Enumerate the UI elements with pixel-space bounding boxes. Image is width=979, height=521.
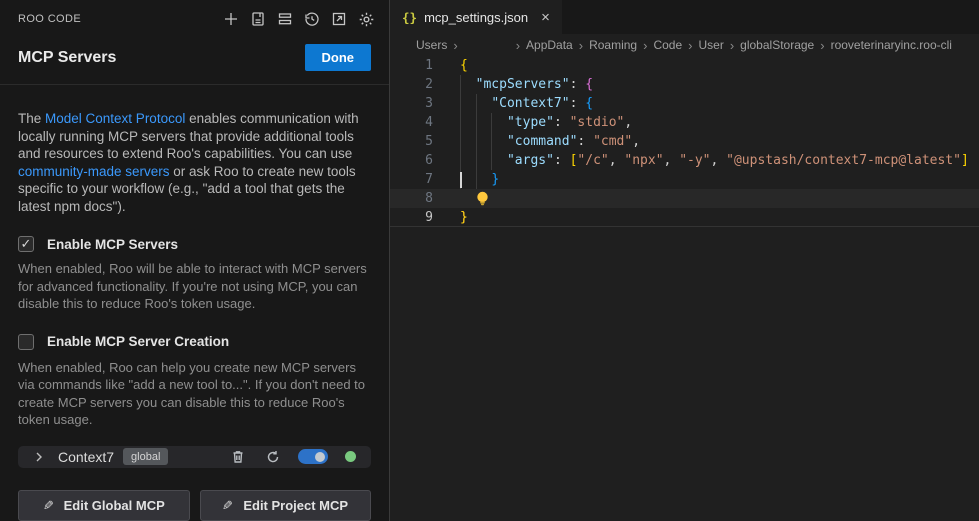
line-number: 1 xyxy=(390,58,460,73)
pencil-icon: ✎ xyxy=(43,498,54,514)
line-number: 2 xyxy=(390,77,460,92)
code-line[interactable]: 3 "Context7": { xyxy=(390,94,979,113)
page-title: MCP Servers xyxy=(18,49,116,67)
line-number: 3 xyxy=(390,96,460,111)
breadcrumb-item[interactable]: User xyxy=(698,38,723,52)
done-button[interactable]: Done xyxy=(305,44,372,71)
tab-filename: mcp_settings.json xyxy=(424,10,528,25)
line-number: 7 xyxy=(390,172,460,187)
server-row-context7: Context7 global xyxy=(18,446,371,469)
breadcrumb-item[interactable]: Code xyxy=(653,38,682,52)
code-line-text: "Context7": { xyxy=(460,94,593,113)
enable-mcp-creation-description: When enabled, Roo can help you create ne… xyxy=(18,359,371,429)
line-number: 8 xyxy=(390,191,460,206)
title-row: MCP Servers Done xyxy=(0,28,389,85)
chevron-right-icon: › xyxy=(579,38,583,53)
open-in-editor-icon[interactable] xyxy=(330,10,348,28)
code-line-text: { xyxy=(460,56,468,75)
chevron-right-icon: › xyxy=(643,38,647,53)
code-line[interactable]: 2 "mcpServers": { xyxy=(390,75,979,94)
intro-paragraph: The Model Context Protocol enables commu… xyxy=(18,110,371,215)
prompts-icon[interactable] xyxy=(249,10,267,28)
json-file-icon: {} xyxy=(402,10,417,25)
chevron-right-icon: › xyxy=(516,38,520,53)
code-editor[interactable]: 1{2 "mcpServers": {3 "Context7": {4 "typ… xyxy=(390,56,979,521)
enable-mcp-servers-row: ✓ Enable MCP Servers xyxy=(18,236,371,252)
chevron-right-icon: › xyxy=(730,38,734,53)
code-line-text: "command": "cmd", xyxy=(460,132,640,151)
server-name: Context7 xyxy=(58,449,114,465)
toggle-knob xyxy=(315,452,325,462)
edit-project-mcp-button[interactable]: ✎ Edit Project MCP xyxy=(200,490,372,521)
breadcrumb-item[interactable]: AppData xyxy=(526,38,573,52)
panel-body: The Model Context Protocol enables commu… xyxy=(0,85,389,429)
enable-mcp-creation-checkbox[interactable] xyxy=(18,334,34,350)
chevron-right-icon: › xyxy=(688,38,692,53)
history-icon[interactable] xyxy=(303,10,321,28)
plus-icon[interactable] xyxy=(222,10,240,28)
code-line[interactable]: 8 } xyxy=(390,189,979,208)
breadcrumb-item[interactable]: rooveterinaryinc.roo-cli xyxy=(831,38,952,52)
code-line-text: "type": "stdio", xyxy=(460,113,632,132)
code-line[interactable]: 4 "type": "stdio", xyxy=(390,113,979,132)
enable-mcp-servers-label: Enable MCP Servers xyxy=(47,237,178,252)
brand-label: ROO CODE xyxy=(18,13,81,25)
edit-global-mcp-label: Edit Global MCP xyxy=(64,498,165,513)
enable-mcp-servers-checkbox[interactable]: ✓ xyxy=(18,236,34,252)
line-number: 5 xyxy=(390,134,460,149)
code-line[interactable]: 6 "args": ["/c", "npx", "-y", "@upstash/… xyxy=(390,151,979,170)
chevron-right-icon: › xyxy=(820,38,824,53)
editor-pane: {} mcp_settings.json × Users › › AppData… xyxy=(390,0,979,521)
edit-global-mcp-button[interactable]: ✎ Edit Global MCP xyxy=(18,490,190,521)
scope-badge: global xyxy=(123,448,168,465)
breadcrumb: Users › › AppData › Roaming › Code › Use… xyxy=(390,34,979,56)
breadcrumb-item[interactable]: globalStorage xyxy=(740,38,814,52)
text-cursor xyxy=(460,172,462,188)
mcp-protocol-link[interactable]: Model Context Protocol xyxy=(45,111,185,126)
edit-buttons-row: ✎ Edit Global MCP ✎ Edit Project MCP xyxy=(18,490,371,521)
chevron-right-icon: › xyxy=(453,38,457,53)
line-number: 9 xyxy=(390,210,460,225)
header-icon-bar xyxy=(222,10,375,28)
edit-project-mcp-label: Edit Project MCP xyxy=(243,498,348,513)
expand-chevron-icon[interactable] xyxy=(33,450,47,464)
enable-mcp-servers-description: When enabled, Roo will be able to intera… xyxy=(18,260,371,313)
pencil-icon: ✎ xyxy=(222,498,233,514)
mcp-servers-icon[interactable] xyxy=(276,10,294,28)
code-line[interactable]: 5 "command": "cmd", xyxy=(390,132,979,151)
code-line-text: } xyxy=(460,208,468,227)
vscode-window: ROO CODE xyxy=(0,0,979,521)
code-line[interactable]: 1{ xyxy=(390,56,979,75)
server-status-dot xyxy=(345,451,356,462)
line-number: 4 xyxy=(390,115,460,130)
tab-bar: {} mcp_settings.json × xyxy=(390,0,979,34)
panel-header: ROO CODE xyxy=(0,0,389,28)
line-number: 6 xyxy=(390,153,460,168)
tab-close-icon[interactable]: × xyxy=(541,10,550,25)
code-line[interactable]: 9} xyxy=(390,208,979,227)
intro-text: The xyxy=(18,111,45,126)
enable-mcp-creation-row: Enable MCP Server Creation xyxy=(18,334,371,350)
tab-mcp-settings[interactable]: {} mcp_settings.json × xyxy=(390,0,562,34)
enable-mcp-creation-label: Enable MCP Server Creation xyxy=(47,334,229,349)
community-servers-link[interactable]: community-made servers xyxy=(18,164,170,179)
code-line-text: "mcpServers": { xyxy=(460,75,593,94)
lightbulb-icon[interactable] xyxy=(476,191,490,206)
delete-server-icon[interactable] xyxy=(231,449,245,464)
code-line-text: "args": ["/c", "npx", "-y", "@upstash/co… xyxy=(460,151,969,170)
breadcrumb-item[interactable]: Roaming xyxy=(589,38,637,52)
breadcrumb-item[interactable]: Users xyxy=(416,38,447,52)
server-enabled-toggle[interactable] xyxy=(298,449,328,464)
restart-server-icon[interactable] xyxy=(266,450,280,464)
settings-gear-icon[interactable] xyxy=(357,10,375,28)
roo-code-panel: ROO CODE xyxy=(0,0,390,521)
